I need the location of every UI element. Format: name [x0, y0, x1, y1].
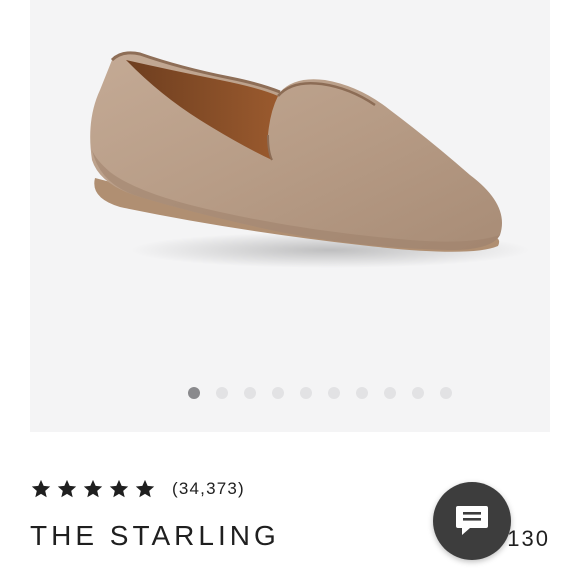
carousel-dots [188, 387, 452, 399]
review-count[interactable]: (34,373) [172, 479, 245, 499]
star-icon [83, 479, 103, 498]
product-image [90, 51, 530, 268]
star-rating [30, 478, 156, 500]
star-icon [135, 479, 155, 498]
chat-bubble-icon [456, 506, 488, 535]
product-rating[interactable]: (34,373) [30, 478, 245, 500]
carousel-dot[interactable] [356, 387, 368, 399]
carousel-dot[interactable] [328, 387, 340, 399]
product-image-gallery[interactable] [30, 0, 550, 432]
carousel-dot[interactable] [188, 387, 200, 399]
product-price: 130 [507, 526, 550, 551]
carousel-dot[interactable] [440, 387, 452, 399]
carousel-dot[interactable] [300, 387, 312, 399]
star-icon [57, 479, 77, 498]
chat-button[interactable] [433, 482, 511, 560]
carousel-dot[interactable] [384, 387, 396, 399]
carousel-dot[interactable] [412, 387, 424, 399]
carousel-dot[interactable] [244, 387, 256, 399]
product-title: THE STARLING [30, 520, 280, 551]
star-icon [31, 479, 51, 498]
star-icon [109, 479, 129, 498]
carousel-dot[interactable] [216, 387, 228, 399]
carousel-dot[interactable] [272, 387, 284, 399]
